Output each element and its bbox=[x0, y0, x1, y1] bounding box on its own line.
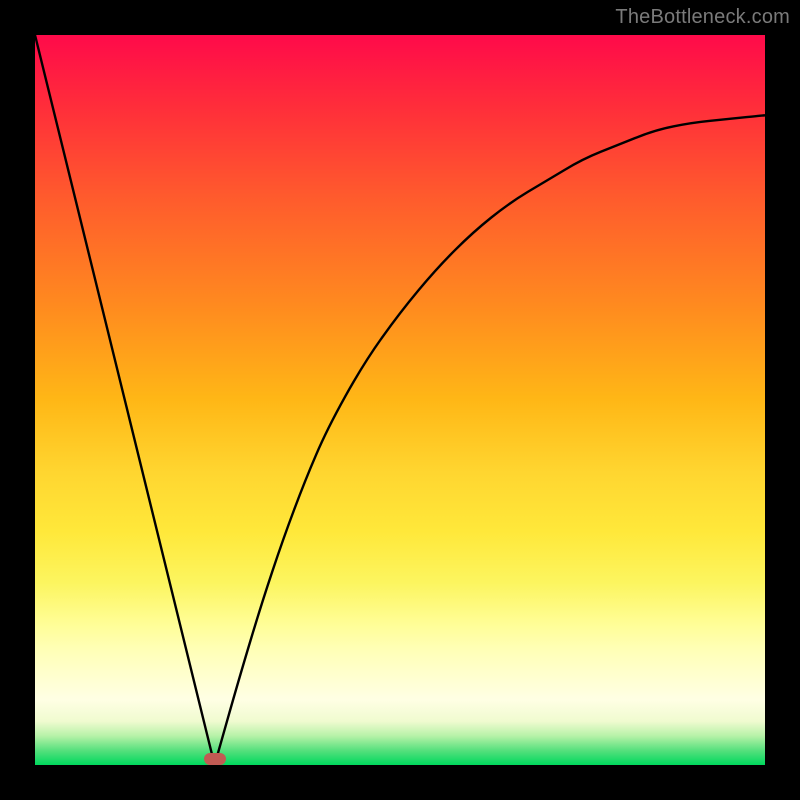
watermark-text: TheBottleneck.com bbox=[615, 6, 790, 29]
figure-frame: TheBottleneck.com bbox=[0, 0, 800, 800]
curve-path bbox=[35, 35, 765, 765]
plot-area bbox=[35, 35, 765, 765]
optimal-point-marker bbox=[204, 753, 226, 765]
bottleneck-curve bbox=[35, 35, 765, 765]
